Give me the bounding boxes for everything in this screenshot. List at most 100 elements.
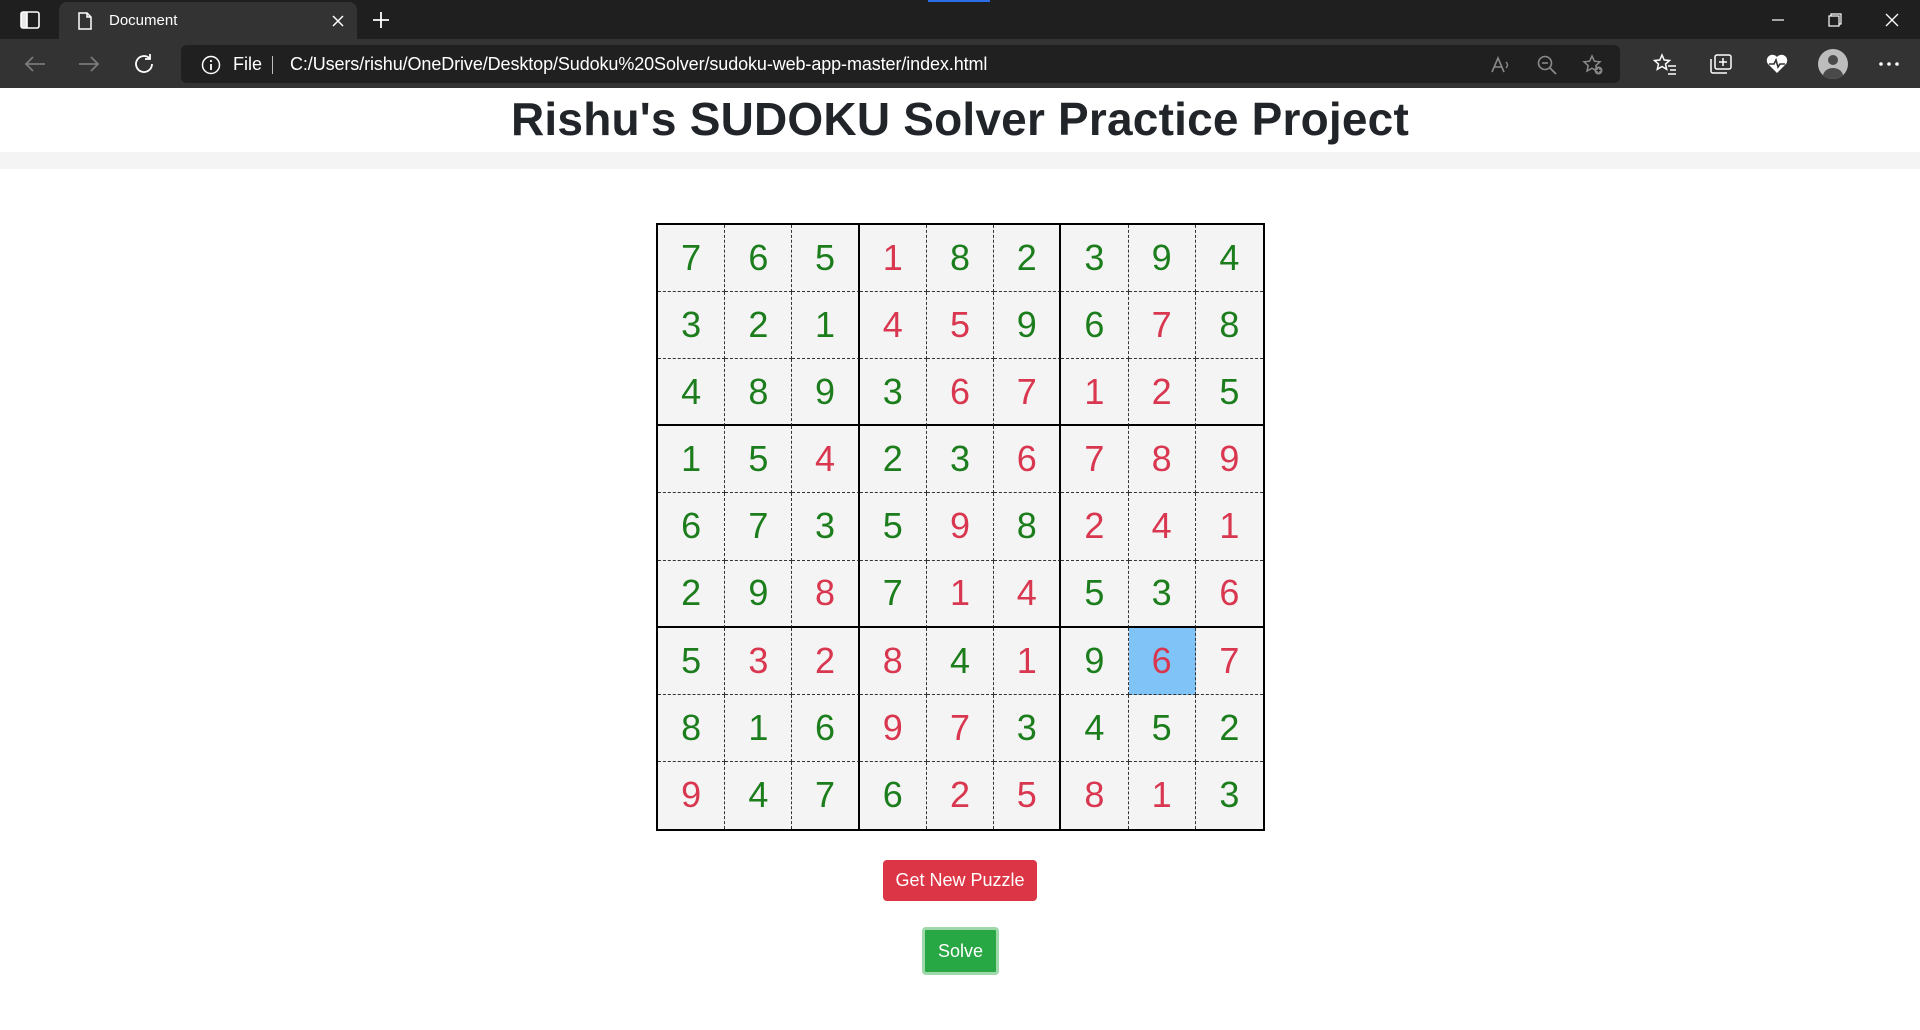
sudoku-cell-r5-c1[interactable]: 6 xyxy=(658,493,726,561)
refresh-icon[interactable] xyxy=(127,48,161,80)
sudoku-cell-r3-c7[interactable]: 1 xyxy=(1061,359,1129,427)
minimize-icon[interactable] xyxy=(1749,0,1806,39)
sudoku-cell-r8-c3[interactable]: 6 xyxy=(792,694,860,762)
sudoku-cell-r7-c8[interactable]: 6 xyxy=(1128,627,1196,695)
sudoku-cell-r6-c4[interactable]: 7 xyxy=(859,560,927,628)
profile-avatar[interactable] xyxy=(1805,48,1861,80)
address-url[interactable]: C:/Users/rishu/OneDrive/Desktop/Sudoku%2… xyxy=(290,54,987,75)
sudoku-cell-r1-c6[interactable]: 2 xyxy=(994,225,1062,293)
sudoku-cell-r5-c9[interactable]: 1 xyxy=(1195,493,1263,561)
sudoku-cell-r4-c5[interactable]: 3 xyxy=(926,426,995,494)
sudoku-cell-r8-c7[interactable]: 4 xyxy=(1061,694,1129,762)
sudoku-cell-r4-c6[interactable]: 6 xyxy=(994,426,1062,494)
sudoku-cell-r1-c9[interactable]: 4 xyxy=(1195,225,1263,293)
sudoku-cell-r1-c3[interactable]: 5 xyxy=(792,225,860,293)
read-aloud-icon[interactable] xyxy=(1488,52,1514,78)
sudoku-cell-r4-c7[interactable]: 7 xyxy=(1061,426,1129,494)
sudoku-cell-r3-c5[interactable]: 6 xyxy=(926,359,995,427)
sudoku-cell-r6-c5[interactable]: 1 xyxy=(926,560,995,628)
close-window-icon[interactable] xyxy=(1863,0,1920,39)
sudoku-cell-r5-c7[interactable]: 2 xyxy=(1061,493,1129,561)
sudoku-cell-r9-c7[interactable]: 8 xyxy=(1061,761,1129,829)
sudoku-cell-r8-c8[interactable]: 5 xyxy=(1128,694,1196,762)
sudoku-cell-r9-c9[interactable]: 3 xyxy=(1195,761,1263,829)
sudoku-cell-r4-c9[interactable]: 9 xyxy=(1195,426,1263,494)
sudoku-cell-r5-c2[interactable]: 7 xyxy=(725,493,793,561)
sudoku-cell-r8-c6[interactable]: 3 xyxy=(994,694,1062,762)
collections-icon[interactable] xyxy=(1693,48,1749,80)
sudoku-cell-r7-c2[interactable]: 3 xyxy=(725,627,793,695)
sudoku-cell-r3-c6[interactable]: 7 xyxy=(994,359,1062,427)
sudoku-cell-r9-c2[interactable]: 4 xyxy=(725,761,793,829)
sudoku-cell-r2-c4[interactable]: 4 xyxy=(859,292,927,360)
sudoku-cell-r4-c1[interactable]: 1 xyxy=(658,426,726,494)
sudoku-cell-r1-c8[interactable]: 9 xyxy=(1128,225,1196,293)
sudoku-cell-r3-c4[interactable]: 3 xyxy=(859,359,927,427)
zoom-out-icon[interactable] xyxy=(1534,52,1560,78)
sudoku-cell-r2-c7[interactable]: 6 xyxy=(1061,292,1129,360)
plus-icon[interactable] xyxy=(366,6,396,34)
sudoku-cell-r2-c5[interactable]: 5 xyxy=(926,292,995,360)
sudoku-cell-r4-c3[interactable]: 4 xyxy=(792,426,860,494)
address-bar[interactable]: File C:/Users/rishu/OneDrive/Desktop/Sud… xyxy=(181,45,1620,83)
sudoku-cell-r9-c6[interactable]: 5 xyxy=(994,761,1062,829)
close-icon[interactable] xyxy=(323,6,353,36)
sudoku-cell-r8-c2[interactable]: 1 xyxy=(725,694,793,762)
more-menu-icon[interactable] xyxy=(1861,48,1917,80)
sudoku-cell-r4-c8[interactable]: 8 xyxy=(1128,426,1196,494)
sudoku-cell-r1-c2[interactable]: 6 xyxy=(725,225,793,293)
sudoku-cell-r9-c5[interactable]: 2 xyxy=(926,761,995,829)
info-icon[interactable] xyxy=(201,55,221,75)
sudoku-cell-r9-c4[interactable]: 6 xyxy=(859,761,927,829)
sudoku-cell-r7-c1[interactable]: 5 xyxy=(658,627,726,695)
sudoku-cell-r7-c6[interactable]: 1 xyxy=(994,627,1062,695)
sudoku-cell-r3-c3[interactable]: 9 xyxy=(792,359,860,427)
sudoku-cell-r7-c4[interactable]: 8 xyxy=(859,627,927,695)
restore-icon[interactable] xyxy=(1806,0,1863,39)
sudoku-cell-r7-c9[interactable]: 7 xyxy=(1195,627,1263,695)
sudoku-cell-r6-c1[interactable]: 2 xyxy=(658,560,726,628)
sudoku-cell-r2-c2[interactable]: 2 xyxy=(725,292,793,360)
sudoku-cell-r3-c1[interactable]: 4 xyxy=(658,359,726,427)
sudoku-cell-r6-c6[interactable]: 4 xyxy=(994,560,1062,628)
sudoku-cell-r6-c9[interactable]: 6 xyxy=(1195,560,1263,628)
sudoku-cell-r5-c3[interactable]: 3 xyxy=(792,493,860,561)
sudoku-cell-r2-c6[interactable]: 9 xyxy=(994,292,1062,360)
sudoku-cell-r5-c4[interactable]: 5 xyxy=(859,493,927,561)
sudoku-cell-r5-c6[interactable]: 8 xyxy=(994,493,1062,561)
sudoku-cell-r5-c8[interactable]: 4 xyxy=(1128,493,1196,561)
sudoku-cell-r8-c5[interactable]: 7 xyxy=(926,694,995,762)
sudoku-cell-r8-c1[interactable]: 8 xyxy=(658,694,726,762)
tab-actions-icon[interactable] xyxy=(14,8,46,32)
sudoku-cell-r9-c1[interactable]: 9 xyxy=(658,761,726,829)
sudoku-cell-r4-c4[interactable]: 2 xyxy=(859,426,927,494)
back-icon[interactable] xyxy=(18,48,52,80)
sudoku-cell-r7-c5[interactable]: 4 xyxy=(926,627,995,695)
sudoku-cell-r6-c7[interactable]: 5 xyxy=(1061,560,1129,628)
sudoku-cell-r8-c9[interactable]: 2 xyxy=(1195,694,1263,762)
solve-button[interactable]: Solve xyxy=(922,927,999,975)
sudoku-cell-r9-c3[interactable]: 7 xyxy=(792,761,860,829)
sudoku-cell-r3-c2[interactable]: 8 xyxy=(725,359,793,427)
sudoku-cell-r6-c2[interactable]: 9 xyxy=(725,560,793,628)
sudoku-cell-r2-c9[interactable]: 8 xyxy=(1195,292,1263,360)
sudoku-cell-r7-c3[interactable]: 2 xyxy=(792,627,860,695)
sudoku-cell-r1-c1[interactable]: 7 xyxy=(658,225,726,293)
get-new-puzzle-button[interactable]: Get New Puzzle xyxy=(883,860,1037,901)
sudoku-cell-r2-c1[interactable]: 3 xyxy=(658,292,726,360)
sudoku-cell-r1-c7[interactable]: 3 xyxy=(1061,225,1129,293)
sudoku-cell-r3-c9[interactable]: 5 xyxy=(1195,359,1263,427)
sudoku-cell-r1-c5[interactable]: 8 xyxy=(926,225,995,293)
browser-tab[interactable]: Document xyxy=(59,2,357,39)
sudoku-cell-r6-c8[interactable]: 3 xyxy=(1128,560,1196,628)
browser-essentials-icon[interactable] xyxy=(1749,48,1805,80)
sudoku-cell-r8-c4[interactable]: 9 xyxy=(859,694,927,762)
forward-icon[interactable] xyxy=(72,48,106,80)
sudoku-cell-r5-c5[interactable]: 9 xyxy=(926,493,995,561)
sudoku-cell-r1-c4[interactable]: 1 xyxy=(859,225,927,293)
favorites-icon[interactable] xyxy=(1637,48,1693,80)
add-favorite-icon[interactable] xyxy=(1580,52,1606,78)
sudoku-cell-r3-c8[interactable]: 2 xyxy=(1128,359,1196,427)
sudoku-cell-r7-c7[interactable]: 9 xyxy=(1061,627,1129,695)
sudoku-cell-r9-c8[interactable]: 1 xyxy=(1128,761,1196,829)
